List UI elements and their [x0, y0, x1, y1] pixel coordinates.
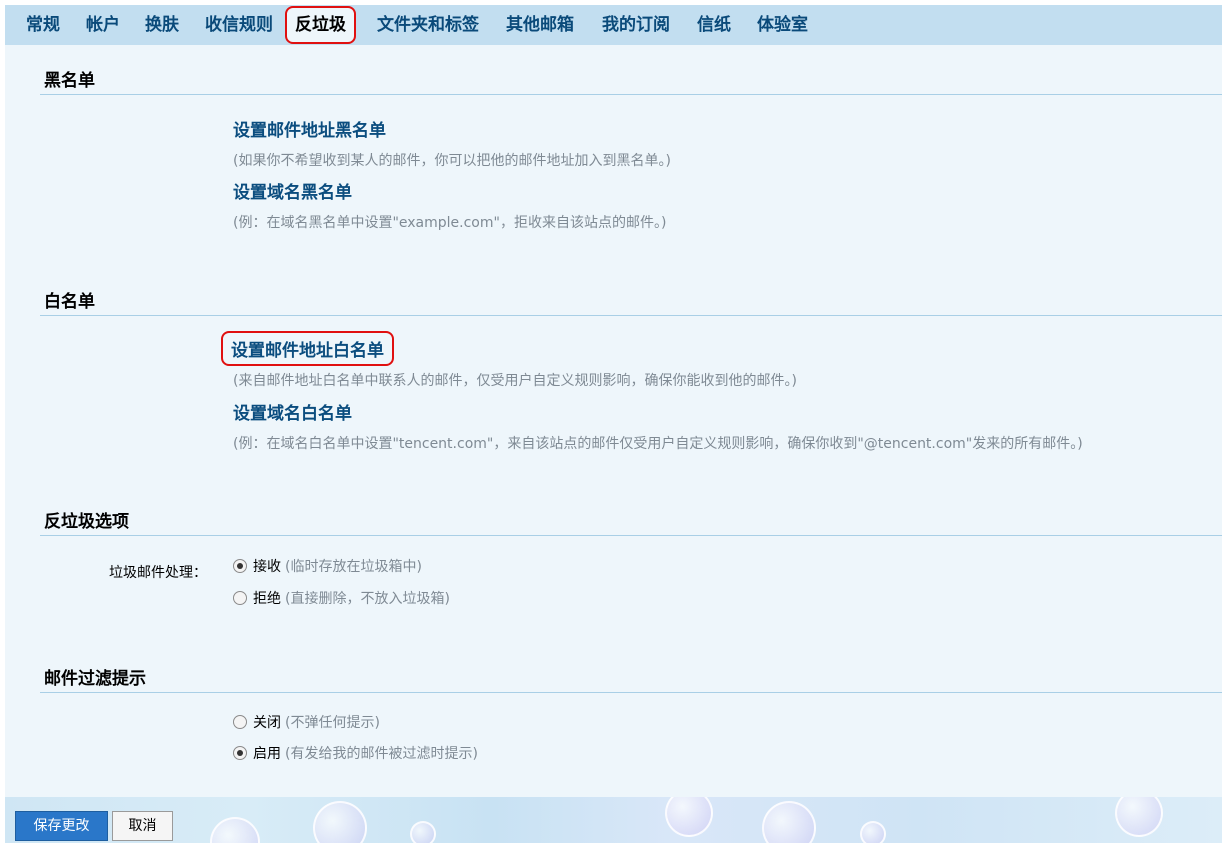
bubble-decoration — [313, 801, 367, 843]
tab-other-mailboxes[interactable]: 其他邮箱 — [506, 5, 574, 45]
filter-hint-off-radio[interactable] — [233, 715, 247, 729]
spam-reject-desc: (直接删除，不放入垃圾箱) — [285, 591, 450, 607]
tab-folders-labels[interactable]: 文件夹和标签 — [377, 5, 479, 45]
whitelist-divider — [40, 315, 1222, 316]
bubble-decoration — [410, 821, 436, 843]
spam-accept-desc: (临时存放在垃圾箱中) — [285, 559, 422, 575]
filter-hint-on-option[interactable]: 启用 (有发给我的邮件被过滤时提示) — [233, 744, 478, 764]
blacklist-divider — [40, 94, 1222, 95]
tab-stationery[interactable]: 信纸 — [697, 5, 731, 45]
address-whitelist-link[interactable]: 设置邮件地址白名单 — [221, 331, 394, 366]
tab-skin[interactable]: 换肤 — [145, 5, 179, 45]
filter-hint-off-label[interactable]: 关闭 — [253, 715, 281, 731]
address-blacklist-link[interactable]: 设置邮件地址黑名单 — [233, 116, 386, 141]
whitelist-title: 白名单 — [44, 292, 95, 312]
bubble-decoration — [860, 821, 886, 843]
tab-subscriptions[interactable]: 我的订阅 — [602, 5, 670, 45]
filter-hint-divider — [40, 692, 1222, 693]
blacklist-title: 黑名单 — [44, 71, 95, 91]
spam-reject-label[interactable]: 拒绝 — [253, 591, 281, 607]
filter-hint-off-desc: (不弹任何提示) — [285, 715, 380, 731]
bubble-decoration — [1115, 797, 1163, 837]
antispam-options-title: 反垃圾选项 — [44, 512, 129, 532]
domain-whitelist-link[interactable]: 设置域名白名单 — [233, 399, 352, 424]
filter-hint-on-label[interactable]: 启用 — [253, 746, 281, 762]
antispam-options-divider — [40, 535, 1222, 536]
settings-tab-bar: 常规 帐户 换肤 收信规则 反垃圾 文件夹和标签 其他邮箱 我的订阅 信纸 体验… — [5, 5, 1222, 45]
bubble-decoration — [665, 797, 713, 837]
spam-handling-label: 垃圾邮件处理： — [109, 565, 207, 581]
domain-blacklist-hint: (例：在域名黑名单中设置"example.com"，拒收来自该站点的邮件。) — [233, 215, 667, 231]
spam-reject-radio[interactable] — [233, 591, 247, 605]
filter-hint-title: 邮件过滤提示 — [44, 669, 146, 689]
filter-hint-on-radio[interactable] — [233, 746, 247, 760]
tab-general[interactable]: 常规 — [26, 5, 60, 45]
bottom-toolbar: 保存更改 取消 — [5, 797, 1222, 843]
cancel-button[interactable]: 取消 — [112, 811, 173, 841]
address-blacklist-hint: (如果你不希望收到某人的邮件，你可以把他的邮件地址加入到黑名单。) — [233, 153, 671, 169]
address-whitelist-hint: (来自邮件地址白名单中联系人的邮件，仅受用户自定义规则影响，确保你能收到他的邮件… — [233, 373, 797, 389]
spam-accept-radio[interactable] — [233, 559, 247, 573]
settings-panel: 常规 帐户 换肤 收信规则 反垃圾 文件夹和标签 其他邮箱 我的订阅 信纸 体验… — [5, 5, 1222, 843]
domain-blacklist-link[interactable]: 设置域名黑名单 — [233, 178, 352, 203]
tab-inbox-rules[interactable]: 收信规则 — [205, 5, 273, 45]
spam-accept-option[interactable]: 接收 (临时存放在垃圾箱中) — [233, 557, 422, 577]
tab-lab[interactable]: 体验室 — [757, 5, 808, 45]
spam-accept-label[interactable]: 接收 — [253, 559, 281, 575]
domain-whitelist-hint: (例：在域名白名单中设置"tencent.com"，来自该站点的邮件仅受用户自定… — [233, 436, 1083, 452]
tab-antispam[interactable]: 反垃圾 — [285, 6, 356, 44]
bubble-decoration — [762, 801, 816, 843]
spam-reject-option[interactable]: 拒绝 (直接删除，不放入垃圾箱) — [233, 589, 450, 609]
tab-accounts[interactable]: 帐户 — [86, 5, 120, 45]
filter-hint-off-option[interactable]: 关闭 (不弹任何提示) — [233, 713, 380, 733]
filter-hint-on-desc: (有发给我的邮件被过滤时提示) — [285, 746, 478, 762]
save-button[interactable]: 保存更改 — [15, 811, 108, 841]
bubble-decoration — [210, 817, 260, 843]
